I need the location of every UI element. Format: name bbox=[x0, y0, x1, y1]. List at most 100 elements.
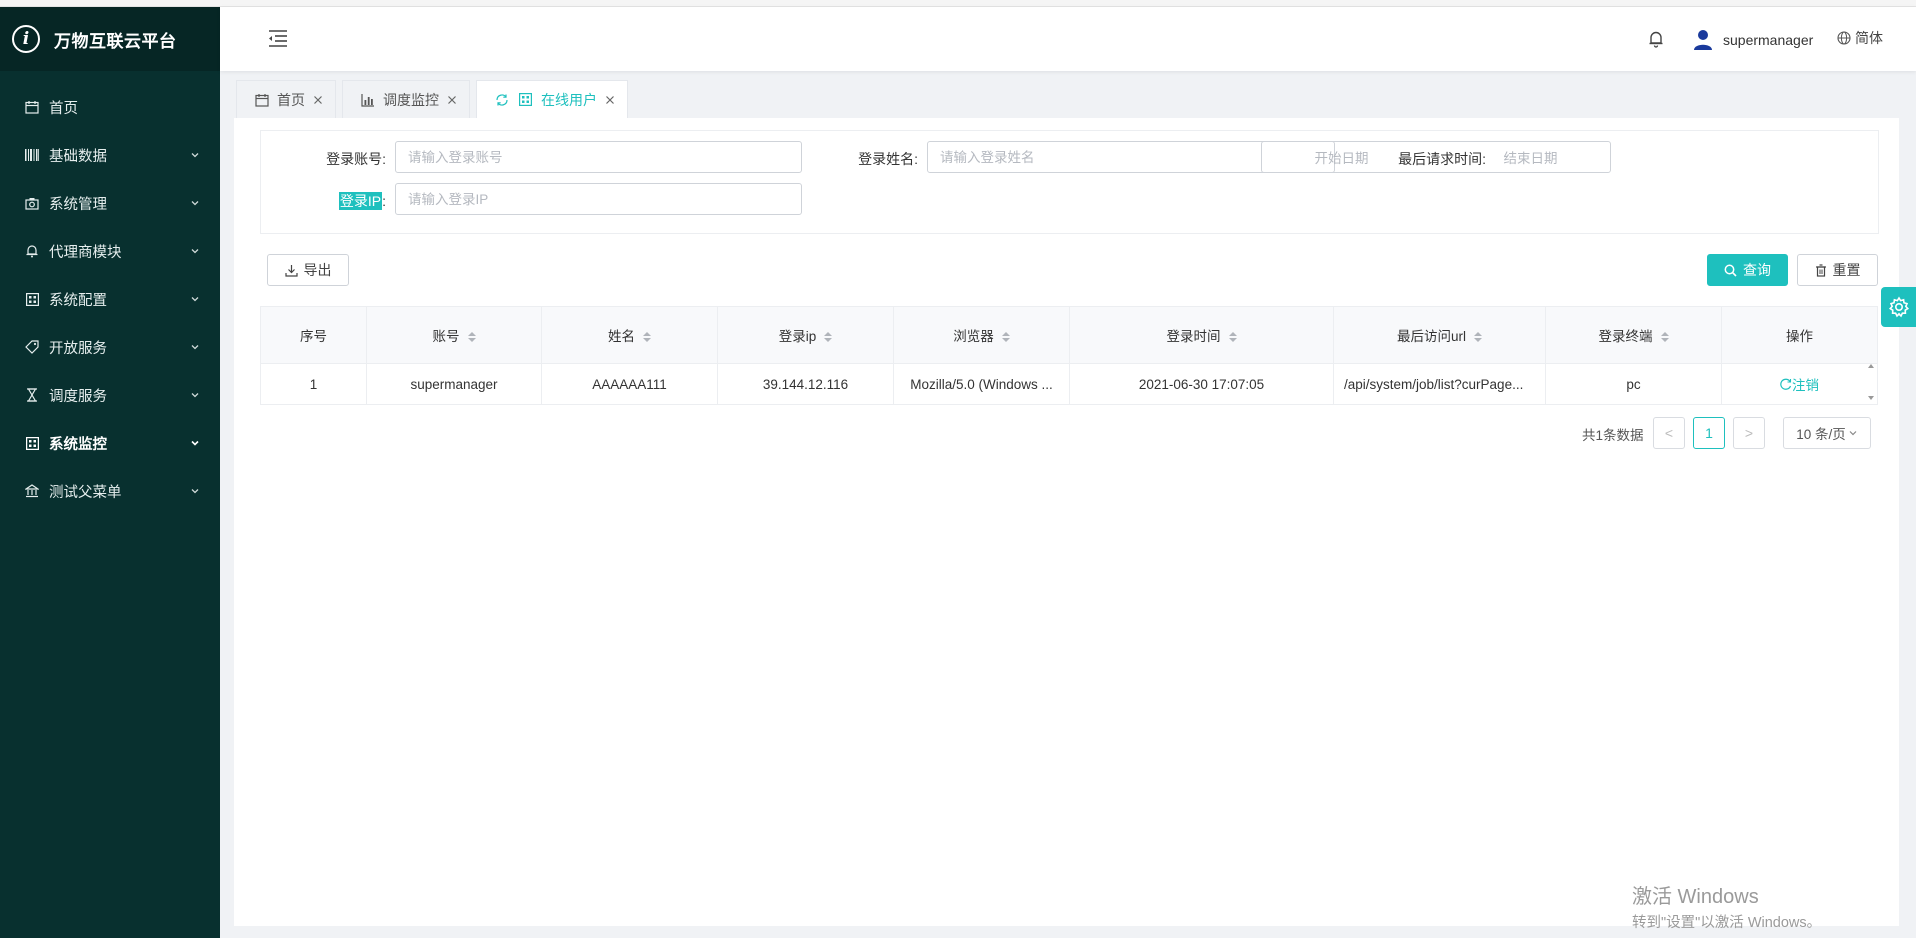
refresh-icon[interactable] bbox=[495, 92, 511, 108]
page-number-button[interactable]: 1 bbox=[1693, 417, 1725, 449]
barcode-icon bbox=[24, 147, 40, 163]
language-switcher[interactable]: 简体 bbox=[1837, 28, 1883, 48]
sort-icon[interactable] bbox=[1001, 332, 1010, 343]
column-header-terminal[interactable]: 登录终端 bbox=[1545, 306, 1722, 364]
watermark-line1: 激活 Windows bbox=[1632, 886, 1759, 908]
column-header-name[interactable]: 姓名 bbox=[541, 306, 718, 364]
reset-button[interactable]: 重置 bbox=[1797, 254, 1878, 286]
chevron-down-icon bbox=[1849, 431, 1857, 436]
name-label: 登录姓名: bbox=[858, 151, 918, 167]
settings-float-button[interactable] bbox=[1881, 287, 1916, 327]
sort-icon[interactable] bbox=[824, 332, 833, 343]
username: supermanager bbox=[1723, 32, 1814, 48]
reset-button-label: 重置 bbox=[1832, 262, 1861, 278]
search-icon bbox=[1724, 264, 1737, 277]
cell-browser: Mozilla/5.0 (Windows ... bbox=[893, 363, 1070, 405]
column-header-login-time[interactable]: 登录时间 bbox=[1069, 306, 1334, 364]
cell-login-time: 2021-06-30 17:07:05 bbox=[1069, 363, 1334, 405]
app-title: 万物互联云平台 bbox=[54, 31, 177, 51]
logout-label: 注销 bbox=[1792, 378, 1819, 393]
prev-page-button[interactable]: < bbox=[1653, 417, 1685, 449]
column-header-ip[interactable]: 登录ip bbox=[717, 306, 894, 364]
app-logo[interactable]: i 万物互联云平台 bbox=[0, 7, 220, 71]
ip-label: 登录IP: bbox=[300, 191, 386, 211]
next-page-button[interactable]: > bbox=[1733, 417, 1765, 449]
grid-icon bbox=[519, 92, 535, 108]
cell-action: 注销 bbox=[1721, 363, 1878, 405]
sidebar-item-test-parent-menu[interactable]: 测试父菜单 bbox=[0, 467, 220, 515]
monitor-grid-icon bbox=[24, 435, 40, 451]
account-input[interactable] bbox=[395, 141, 802, 173]
notification-bell-icon[interactable] bbox=[1647, 29, 1665, 49]
column-header-last-url[interactable]: 最后访问url bbox=[1333, 306, 1546, 364]
tab-label: 调度监控 bbox=[383, 91, 439, 108]
start-date-input[interactable]: 开始日期 bbox=[1262, 147, 1421, 167]
table-row: 1 supermanager AAAAAA111 39.144.12.116 M… bbox=[260, 363, 1878, 405]
sort-icon[interactable] bbox=[1474, 332, 1482, 343]
export-button[interactable]: 导出 bbox=[267, 254, 349, 286]
sidebar-item-system-management[interactable]: 系统管理 bbox=[0, 179, 220, 227]
hourglass-icon bbox=[24, 387, 40, 403]
query-button[interactable]: 查询 bbox=[1707, 254, 1788, 286]
sidebar-item-base-data[interactable]: 基础数据 bbox=[0, 131, 220, 179]
chevron-down-icon bbox=[191, 249, 199, 254]
chevron-down-icon bbox=[191, 489, 199, 494]
calendar-icon bbox=[255, 92, 271, 108]
end-date-input[interactable]: 结束日期 bbox=[1451, 147, 1610, 167]
close-icon[interactable] bbox=[447, 95, 457, 105]
column-header-browser[interactable]: 浏览器 bbox=[893, 306, 1070, 364]
account-label: 登录账号: bbox=[326, 151, 386, 167]
sidebar-item-system-config[interactable]: 系统配置 bbox=[0, 275, 220, 323]
sort-icon[interactable] bbox=[467, 332, 476, 343]
chevron-down-icon bbox=[191, 153, 199, 158]
top-header: supermanager 简体 bbox=[220, 7, 1916, 71]
menu-fold-icon[interactable] bbox=[267, 27, 289, 49]
sidebar-item-open-service[interactable]: 开放服务 bbox=[0, 323, 220, 371]
logout-link[interactable]: 注销 bbox=[1780, 374, 1819, 394]
chevron-down-icon bbox=[191, 297, 199, 302]
page-size-select[interactable]: 10 条/页 bbox=[1783, 417, 1871, 449]
date-range-picker[interactable]: 开始日期 ~ 结束日期 bbox=[1261, 141, 1611, 173]
sidebar-item-system-monitor[interactable]: 系统监控 bbox=[0, 419, 220, 467]
table-scrollbar[interactable] bbox=[1864, 362, 1878, 402]
cell-terminal: pc bbox=[1545, 363, 1722, 405]
column-header-account[interactable]: 账号 bbox=[366, 306, 542, 364]
export-button-label: 导出 bbox=[303, 262, 332, 278]
cell-last-url: /api/system/job/list?curPage... bbox=[1333, 363, 1546, 405]
main-content bbox=[234, 118, 1899, 926]
sidebar-item-schedule-service[interactable]: 调度服务 bbox=[0, 371, 220, 419]
sidebar-item-label: 首页 bbox=[49, 100, 78, 117]
tab-label: 首页 bbox=[277, 91, 305, 108]
table-header-row: 序号 账号 姓名 登录ip 浏览器 登录时间 最后访问url 登录终端 操作 bbox=[260, 306, 1878, 364]
browser-top-strip bbox=[0, 0, 1916, 7]
bar-chart-icon bbox=[361, 92, 377, 108]
sort-icon[interactable] bbox=[643, 332, 651, 343]
cell-index: 1 bbox=[260, 363, 367, 405]
user-avatar-icon bbox=[1694, 30, 1712, 50]
sort-icon[interactable] bbox=[1228, 332, 1237, 343]
cell-name: AAAAAA111 bbox=[541, 363, 718, 405]
sidebar-item-agent-module[interactable]: 代理商模块 bbox=[0, 227, 220, 275]
sidebar-item-label: 调度服务 bbox=[49, 388, 107, 405]
sidebar-item-label: 基础数据 bbox=[49, 148, 107, 165]
calendar-icon bbox=[24, 99, 40, 115]
sidebar-item-label: 测试父菜单 bbox=[49, 484, 122, 501]
column-header-action: 操作 bbox=[1721, 306, 1878, 364]
tab-label: 在线用户 bbox=[541, 91, 597, 108]
info-logo-icon: i bbox=[12, 25, 40, 53]
sidebar-item-home[interactable]: 首页 bbox=[0, 83, 220, 131]
power-refresh-icon bbox=[1780, 378, 1792, 390]
tab-online-users[interactable]: 在线用户 bbox=[476, 80, 628, 118]
close-icon[interactable] bbox=[313, 95, 323, 105]
ip-label-colon: : bbox=[382, 193, 386, 209]
chevron-down-icon bbox=[191, 201, 199, 206]
cell-ip: 39.144.12.116 bbox=[717, 363, 894, 405]
user-menu[interactable]: supermanager bbox=[1693, 28, 1813, 52]
sidebar-item-label: 系统监控 bbox=[49, 436, 107, 453]
camera-icon bbox=[24, 195, 40, 211]
close-icon[interactable] bbox=[605, 95, 615, 105]
tab-home[interactable]: 首页 bbox=[236, 80, 336, 118]
sort-icon[interactable] bbox=[1660, 332, 1669, 343]
ip-input[interactable] bbox=[395, 183, 802, 215]
tab-schedule-monitor[interactable]: 调度监控 bbox=[342, 80, 470, 118]
